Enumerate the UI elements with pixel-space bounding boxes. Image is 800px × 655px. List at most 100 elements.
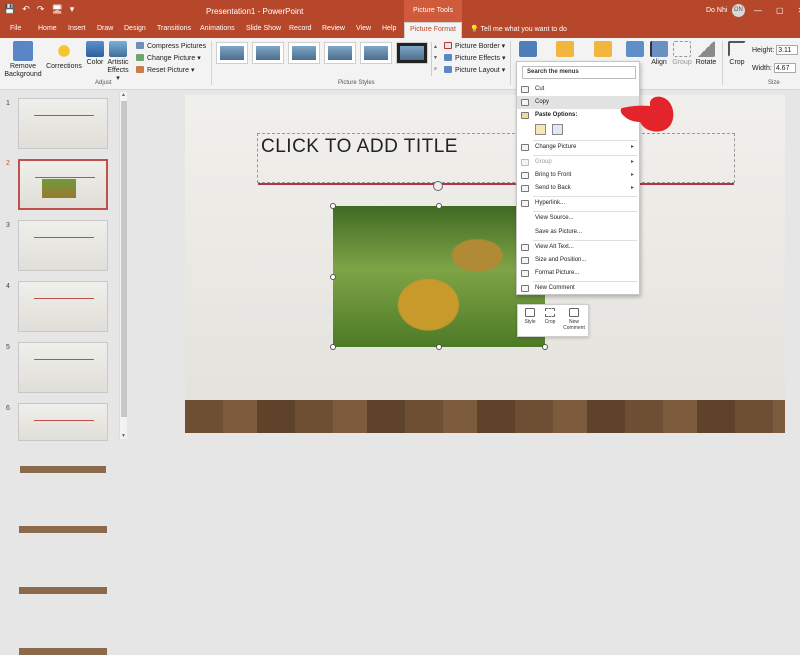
selection-pane-button[interactable] [626, 41, 644, 59]
minimize-icon[interactable]: — [754, 6, 762, 15]
menu-item-label: Bring to Front [535, 172, 572, 178]
menu-item-group[interactable]: Group ▸ [517, 156, 639, 169]
menu-item-change-picture[interactable]: Change Picture ▸ [517, 141, 639, 154]
resize-handle-s[interactable] [436, 344, 442, 350]
picture-style-6[interactable] [396, 42, 428, 64]
menu-item-send-to-back[interactable]: Send to Back ▸ [517, 182, 639, 195]
tab-picture-format[interactable]: Picture Format [404, 22, 462, 38]
slide-thumbnail-1[interactable] [18, 98, 108, 411]
menu-item-hyperlink[interactable]: Hyperlink... [517, 197, 639, 210]
slide-number: 2 [6, 160, 10, 167]
save-icon[interactable]: 💾 [4, 4, 15, 15]
picture-effects-button[interactable]: Picture Effects ▾ [444, 54, 505, 63]
style-button[interactable]: Style [523, 308, 537, 325]
tab-animations[interactable]: Animations [200, 25, 235, 32]
crop-button[interactable]: Crop [727, 41, 747, 67]
crop-mini-icon [545, 308, 555, 317]
resize-handle-n[interactable] [436, 203, 442, 209]
tab-slide-show[interactable]: Slide Show [246, 25, 281, 32]
group-label: Group [672, 59, 692, 66]
bring-forward-icon [556, 41, 574, 57]
avatar[interactable]: DN [732, 4, 745, 17]
rotation-handle[interactable] [433, 181, 443, 191]
menu-item-save-as-picture[interactable]: Save as Picture... [517, 226, 639, 239]
picture-style-2[interactable] [252, 42, 284, 64]
align-button[interactable]: Align [649, 41, 669, 67]
redo-icon[interactable]: ↷ [37, 4, 45, 15]
ribbon-tabs: File Home Insert Draw Design Transitions… [0, 22, 800, 38]
resize-handle-nw[interactable] [330, 203, 336, 209]
user-name[interactable]: Do Nhi [706, 7, 727, 14]
artistic-effects-button[interactable]: Artistic Effects ▾ [106, 41, 130, 83]
tab-home[interactable]: Home [38, 25, 57, 32]
remove-background-button[interactable]: Remove Background [3, 41, 43, 79]
rotate-button[interactable]: Rotate [694, 41, 718, 67]
customize-qat-icon[interactable]: ▾ [70, 4, 75, 15]
send-back-icon [521, 185, 529, 192]
menu-item-format-picture[interactable]: Format Picture... [517, 267, 639, 280]
picture-style-1[interactable] [216, 42, 248, 64]
menu-search-input[interactable]: Search the menus [522, 66, 636, 79]
slide-thumbnail-3[interactable] [18, 220, 108, 533]
crop-mini-button[interactable]: Crop [543, 308, 557, 325]
height-input[interactable]: 3.11 [776, 45, 799, 55]
picture-style-3[interactable] [288, 42, 320, 64]
present-icon[interactable]: 🖥 [51, 4, 62, 15]
bring-forward-button[interactable] [556, 41, 574, 59]
menu-item-new-comment[interactable]: New Comment [517, 282, 639, 295]
resize-handle-w[interactable] [330, 274, 336, 280]
color-button[interactable]: Color [84, 41, 106, 67]
slide-thumbnail-4[interactable] [18, 281, 108, 594]
tab-draw[interactable]: Draw [97, 25, 113, 32]
compress-pictures-button[interactable]: Compress Pictures [136, 42, 206, 51]
scroll-down-icon[interactable]: ▼ [121, 433, 126, 439]
scroll-up-icon[interactable]: ▲ [121, 92, 126, 98]
link-icon [521, 200, 529, 207]
tab-design[interactable]: Design [124, 25, 146, 32]
width-input[interactable]: 4.67 [773, 63, 796, 73]
tab-review[interactable]: Review [322, 25, 345, 32]
group-button[interactable]: Group [671, 41, 693, 67]
new-comment-mini-button[interactable]: New Comment [562, 308, 586, 331]
maximize-icon[interactable]: ▢ [776, 6, 784, 15]
mini-toolbar: Style Crop New Comment [517, 304, 589, 337]
tell-me-label: Tell me what you want to do [480, 26, 567, 33]
tab-record[interactable]: Record [289, 25, 312, 32]
slide-title-text[interactable]: CLICK TO ADD TITLE [261, 136, 458, 158]
reset-picture-button[interactable]: Reset Picture ▾ [136, 66, 194, 75]
menu-item-label: Change Picture [535, 144, 577, 150]
tab-file[interactable]: File [10, 25, 21, 32]
tab-help[interactable]: Help [382, 25, 396, 32]
thumbnail-scrollbar[interactable]: ▲ ▼ [119, 92, 127, 439]
undo-icon[interactable]: ↶ [22, 4, 30, 15]
picture-tools-label: Picture Tools [404, 0, 462, 22]
tab-view[interactable]: View [356, 25, 371, 32]
menu-item-view-alt-text[interactable]: View Alt Text... [517, 241, 639, 254]
tab-insert[interactable]: Insert [68, 25, 86, 32]
resize-handle-sw[interactable] [330, 344, 336, 350]
alt-text-ribbon-button[interactable] [518, 41, 538, 59]
paste-picture-icon[interactable] [552, 124, 563, 135]
corrections-button[interactable]: Corrections [45, 41, 83, 71]
slide-thumbnail-5[interactable] [18, 342, 108, 655]
picture-layout-button[interactable]: Picture Layout ▾ [444, 66, 505, 75]
selected-picture[interactable] [333, 206, 545, 347]
window-controls: — ▢ ✕ [754, 6, 800, 15]
picture-style-5[interactable] [360, 42, 392, 64]
picture-style-4[interactable] [324, 42, 356, 64]
change-picture-button[interactable]: Change Picture ▾ [136, 54, 201, 63]
tell-me-search[interactable]: 💡 Tell me what you want to do [470, 25, 567, 33]
picture-border-button[interactable]: Picture Border ▾ [444, 42, 505, 51]
gallery-scroll[interactable]: ▲ ▼ ≡ [431, 42, 439, 76]
menu-item-bring-to-front[interactable]: Bring to Front ▸ [517, 169, 639, 182]
slide-thumbnail-2[interactable] [18, 159, 108, 473]
menu-item-label: View Source... [535, 215, 574, 221]
slide-thumbnail-6[interactable] [18, 403, 108, 441]
tab-transitions[interactable]: Transitions [157, 25, 191, 32]
menu-item-view-source[interactable]: View Source... [517, 212, 639, 225]
scrollbar-thumb[interactable] [121, 101, 127, 417]
resize-handle-se[interactable] [542, 344, 548, 350]
paste-keep-formatting-icon[interactable] [535, 124, 546, 135]
menu-item-size-and-position[interactable]: Size and Position... [517, 254, 639, 267]
send-backward-button[interactable] [594, 41, 612, 59]
